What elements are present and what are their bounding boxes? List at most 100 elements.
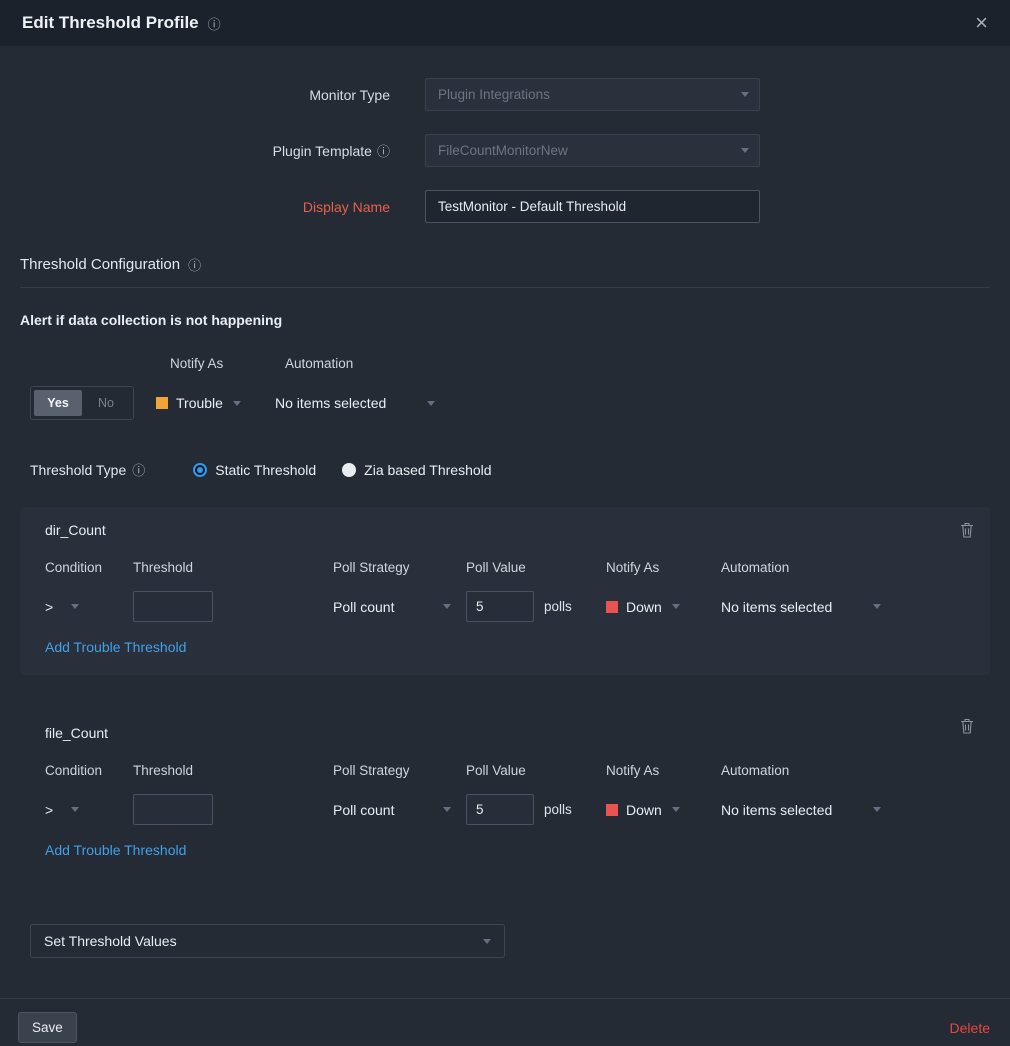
col-poll-value: Poll Value xyxy=(466,763,606,778)
zia-threshold-label: Zia based Threshold xyxy=(364,462,491,478)
notify-as-dropdown[interactable]: Down xyxy=(606,802,721,818)
chevron-down-icon xyxy=(672,807,680,812)
radio-static-threshold[interactable]: Static Threshold xyxy=(193,462,316,478)
poll-strategy-value: Poll count xyxy=(333,802,394,818)
info-icon: ⓘ xyxy=(208,14,221,33)
trash-icon xyxy=(960,718,974,734)
col-condition: Condition xyxy=(45,763,133,778)
chevron-down-icon xyxy=(71,807,79,812)
chevron-down-icon xyxy=(443,604,451,609)
alert-collection-text: Alert if data collection is not happenin… xyxy=(20,312,990,328)
section-divider xyxy=(20,287,990,288)
col-condition: Condition xyxy=(45,560,133,575)
col-threshold: Threshold xyxy=(133,763,333,778)
footer: Save Delete xyxy=(0,999,1010,1043)
col-poll-strategy: Poll Strategy xyxy=(333,560,466,575)
condition-value: > xyxy=(45,599,53,615)
add-trouble-threshold-link[interactable]: Add Trouble Threshold xyxy=(45,842,186,858)
chevron-down-icon xyxy=(741,148,749,153)
metric-panel-file-count: file_Count Condition Threshold Poll Stra… xyxy=(20,703,990,878)
modal-header: Edit Threshold Profile ⓘ × xyxy=(0,0,1010,46)
poll-strategy-value: Poll count xyxy=(333,599,394,615)
condition-dropdown[interactable]: > xyxy=(45,802,133,818)
top-form: Monitor Type Plugin Integrations Plugin … xyxy=(0,46,1010,223)
trash-icon xyxy=(960,522,974,538)
chevron-down-icon xyxy=(483,939,491,944)
col-notify-as: Notify As xyxy=(606,763,721,778)
delete-metric-button[interactable] xyxy=(960,522,974,538)
display-name-input[interactable] xyxy=(425,190,760,223)
notify-as-dropdown[interactable]: Trouble xyxy=(156,395,275,411)
toggle-no[interactable]: No xyxy=(82,390,130,416)
edit-threshold-profile-modal: Edit Threshold Profile ⓘ × Monitor Type … xyxy=(0,0,1010,1043)
chevron-down-icon xyxy=(873,604,881,609)
monitor-type-row: Monitor Type Plugin Integrations xyxy=(0,78,1010,111)
toggle-yes[interactable]: Yes xyxy=(34,390,82,416)
automation-dropdown[interactable]: No items selected xyxy=(275,395,435,411)
condition-dropdown[interactable]: > xyxy=(45,599,133,615)
threshold-type-row: Threshold Type ⓘ Static Threshold Zia ba… xyxy=(20,460,990,479)
info-icon: ⓘ xyxy=(377,144,390,159)
threshold-input[interactable] xyxy=(133,591,213,622)
plugin-template-label-text: Plugin Template xyxy=(273,143,372,159)
metric-row: > Poll count polls xyxy=(45,794,970,825)
delete-link[interactable]: Delete xyxy=(950,1020,990,1036)
chevron-down-icon xyxy=(672,604,680,609)
metric-panel-dir-count: dir_Count Condition Threshold Poll Strat… xyxy=(20,507,990,675)
page-title: Edit Threshold Profile xyxy=(22,13,199,33)
automation-value: No items selected xyxy=(275,395,386,411)
metric-row: > Poll count polls xyxy=(45,591,970,622)
poll-unit-label: polls xyxy=(544,599,572,614)
automation-dropdown[interactable]: No items selected xyxy=(721,599,881,615)
info-icon: ⓘ xyxy=(132,460,145,479)
col-notify-as: Notify As xyxy=(606,560,721,575)
threshold-type-label-text: Threshold Type xyxy=(30,462,126,478)
set-threshold-values-dropdown[interactable]: Set Threshold Values xyxy=(30,924,505,958)
chevron-down-icon xyxy=(233,401,241,406)
poll-value-input[interactable] xyxy=(466,794,534,825)
plugin-template-select[interactable]: FileCountMonitorNew xyxy=(425,134,760,167)
display-name-label: Display Name xyxy=(0,199,390,215)
plugin-template-value: FileCountMonitorNew xyxy=(438,143,568,158)
chevron-down-icon xyxy=(443,807,451,812)
metric-column-headers: Condition Threshold Poll Strategy Poll V… xyxy=(45,763,970,778)
set-threshold-values-label: Set Threshold Values xyxy=(44,933,177,949)
poll-value-input[interactable] xyxy=(466,591,534,622)
plugin-template-label: Plugin Template ⓘ xyxy=(0,141,390,160)
condition-value: > xyxy=(45,802,53,818)
automation-value: No items selected xyxy=(721,599,832,615)
notify-header-row: Notify As Automation xyxy=(20,356,990,371)
down-color-swatch xyxy=(606,601,618,613)
chevron-down-icon xyxy=(873,807,881,812)
notify-as-header: Notify As xyxy=(170,356,285,371)
chevron-down-icon xyxy=(71,604,79,609)
delete-metric-button[interactable] xyxy=(960,718,974,734)
radio-unselected-icon xyxy=(342,463,356,477)
add-trouble-threshold-link[interactable]: Add Trouble Threshold xyxy=(45,639,186,655)
automation-dropdown[interactable]: No items selected xyxy=(721,802,881,818)
notify-as-value: Down xyxy=(626,599,662,615)
metric-name: file_Count xyxy=(45,725,970,741)
radio-zia-threshold[interactable]: Zia based Threshold xyxy=(342,462,491,478)
threshold-input[interactable] xyxy=(133,794,213,825)
monitor-type-select[interactable]: Plugin Integrations xyxy=(425,78,760,111)
chevron-down-icon xyxy=(427,401,435,406)
trouble-color-swatch xyxy=(156,397,168,409)
threshold-configuration-section: Threshold Configuration ⓘ Alert if data … xyxy=(0,255,1010,479)
col-poll-value: Poll Value xyxy=(466,560,606,575)
col-poll-strategy: Poll Strategy xyxy=(333,763,466,778)
data-collection-alert-row: Yes No Trouble No items selected xyxy=(20,386,990,420)
close-icon[interactable]: × xyxy=(975,12,988,34)
poll-strategy-dropdown[interactable]: Poll count xyxy=(333,802,451,818)
info-icon: ⓘ xyxy=(188,255,201,274)
monitor-type-value: Plugin Integrations xyxy=(438,87,550,102)
monitor-type-label: Monitor Type xyxy=(0,87,390,103)
yes-no-toggle[interactable]: Yes No xyxy=(30,386,134,420)
radio-selected-icon xyxy=(193,463,207,477)
poll-strategy-dropdown[interactable]: Poll count xyxy=(333,599,451,615)
automation-value: No items selected xyxy=(721,802,832,818)
save-button[interactable]: Save xyxy=(18,1012,77,1043)
notify-as-value: Trouble xyxy=(176,395,223,411)
notify-as-dropdown[interactable]: Down xyxy=(606,599,721,615)
static-threshold-label: Static Threshold xyxy=(215,462,316,478)
